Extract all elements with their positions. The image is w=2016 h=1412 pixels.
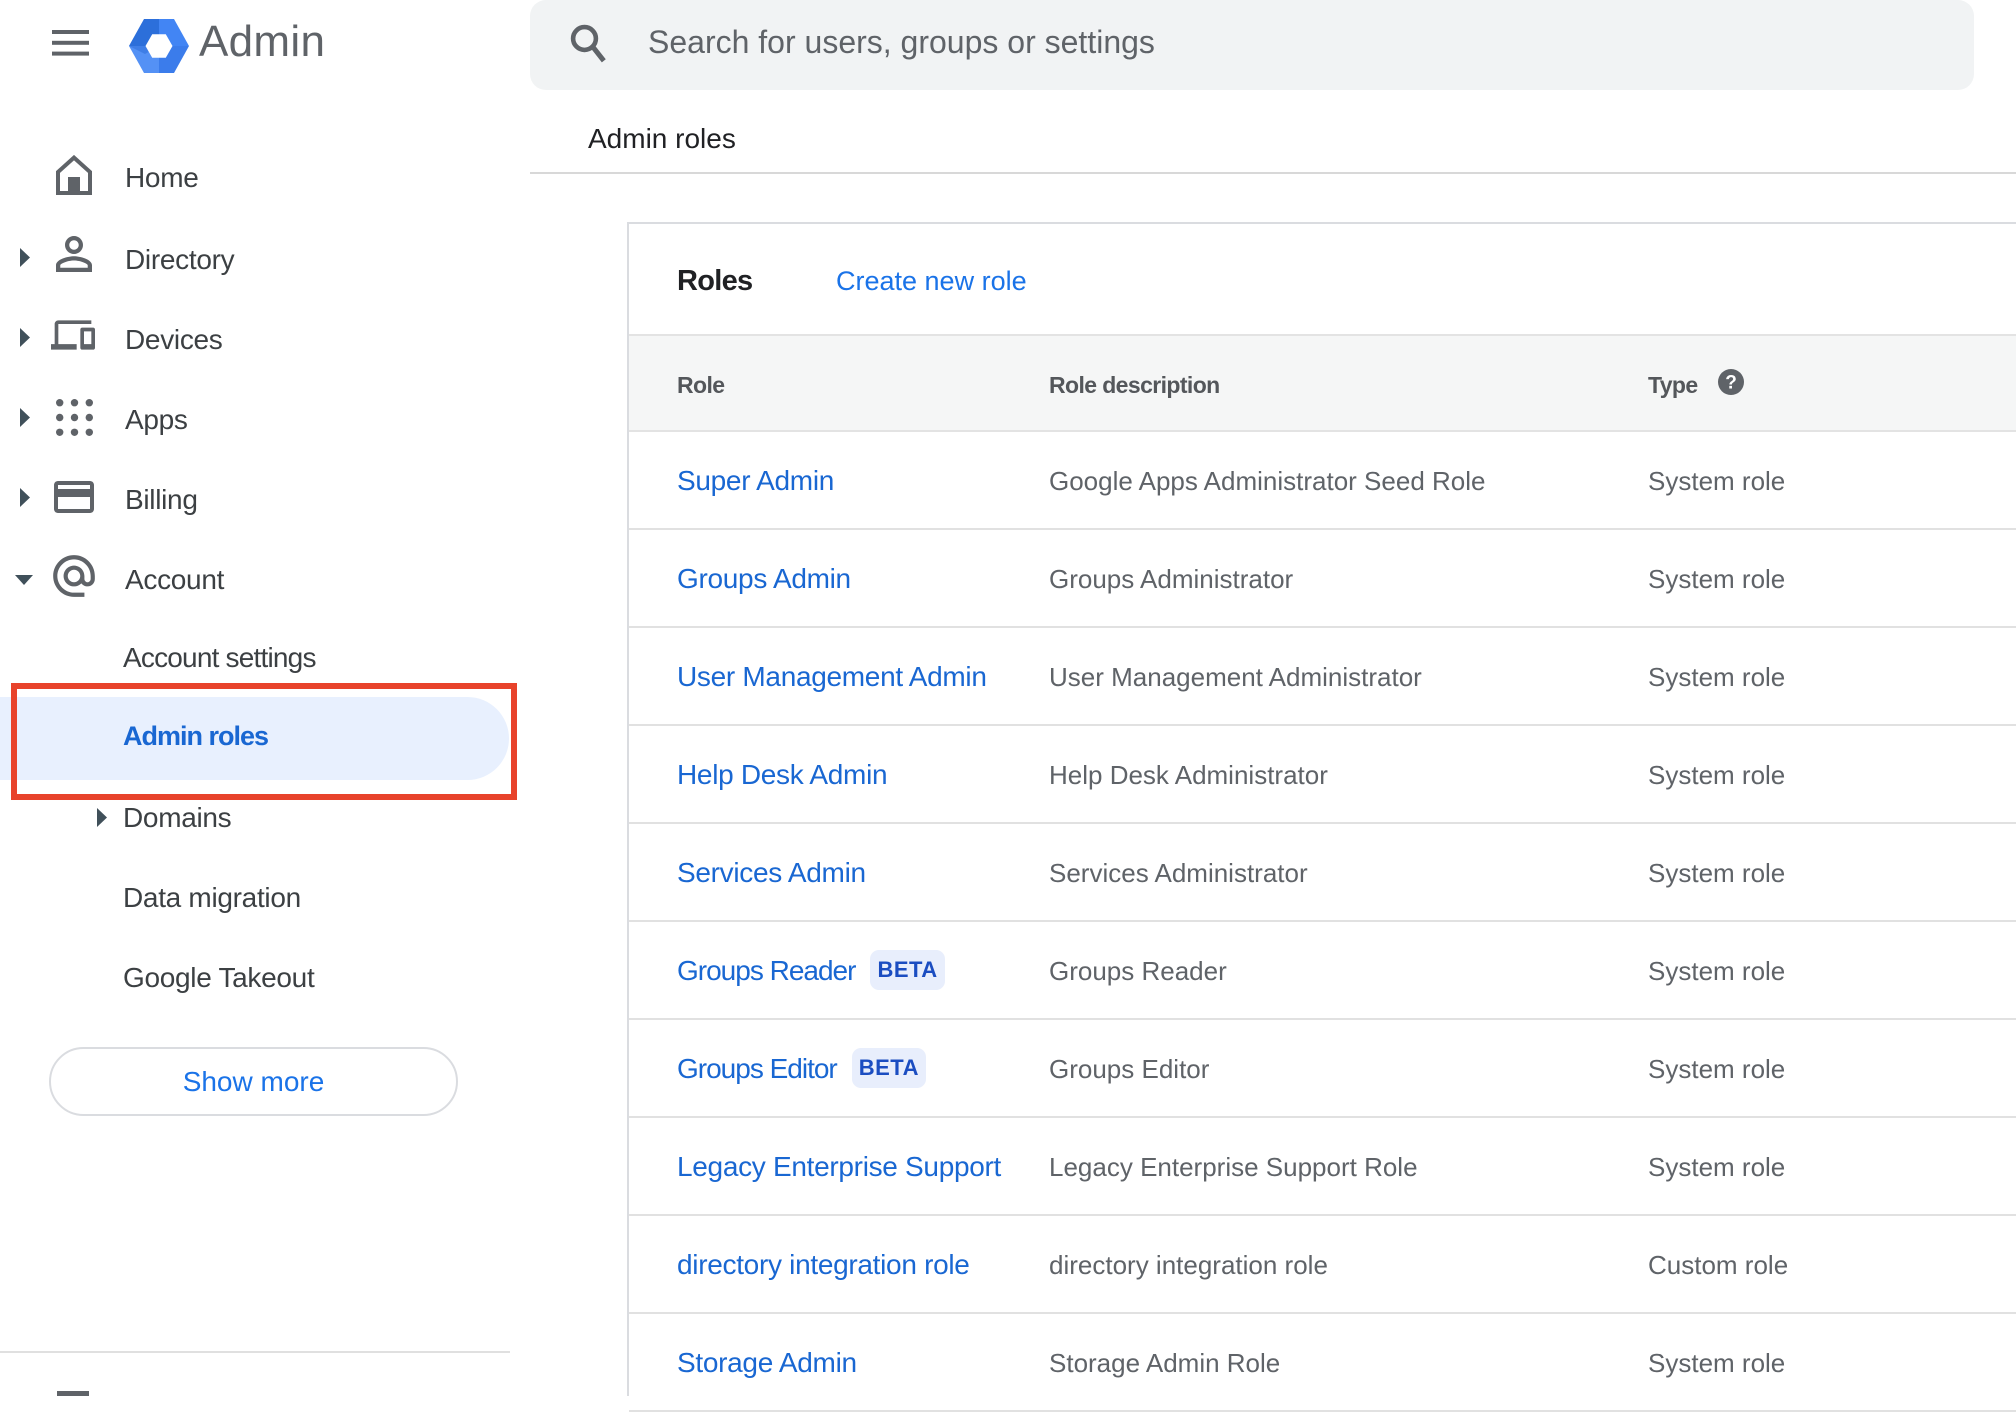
svg-text:?: ? [1725, 373, 1737, 394]
